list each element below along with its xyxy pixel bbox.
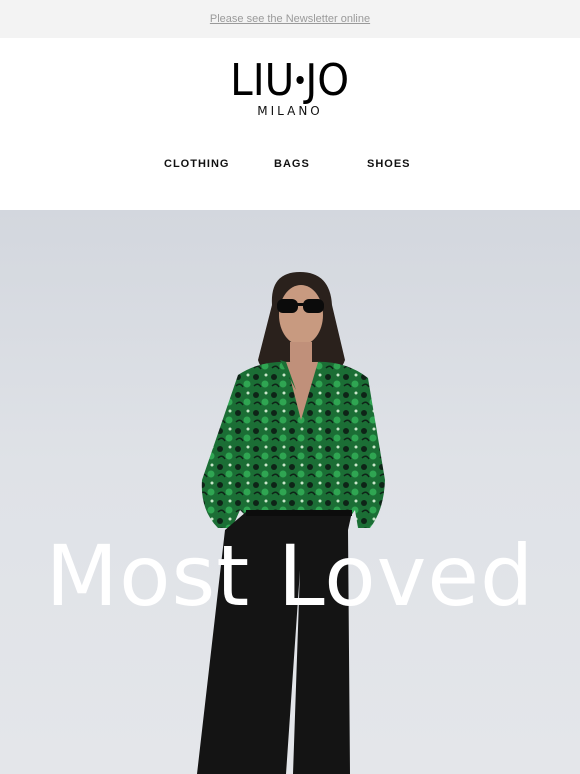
category-nav: CLOTHING BAGS SHOES <box>0 158 580 178</box>
face-shape <box>279 285 323 345</box>
brand-subline: MILANO <box>257 104 323 118</box>
hero-banner[interactable]: Most Loved <box>0 210 580 774</box>
email-header: LIU JO MILANO CLOTHING BAGS SHOES <box>0 38 580 210</box>
preheader-bar: Please see the Newsletter online <box>0 0 580 38</box>
view-online-link[interactable]: Please see the Newsletter online <box>210 13 370 25</box>
hero-title: Most Loved <box>45 527 535 625</box>
nav-item-bags[interactable]: BAGS <box>274 158 310 170</box>
nav-item-shoes[interactable]: SHOES <box>367 158 411 170</box>
hero-model-illustration <box>197 272 385 774</box>
brand-name-left: LIU <box>230 55 295 106</box>
brand-wordmark: LIU JO <box>231 58 350 104</box>
nav-item-clothing[interactable]: CLOTHING <box>164 158 229 170</box>
brand-logo[interactable]: LIU JO MILANO <box>0 58 580 119</box>
sunglasses-icon <box>277 299 298 313</box>
logo-dot-icon <box>296 76 304 84</box>
brand-name-right: JO <box>305 55 350 106</box>
